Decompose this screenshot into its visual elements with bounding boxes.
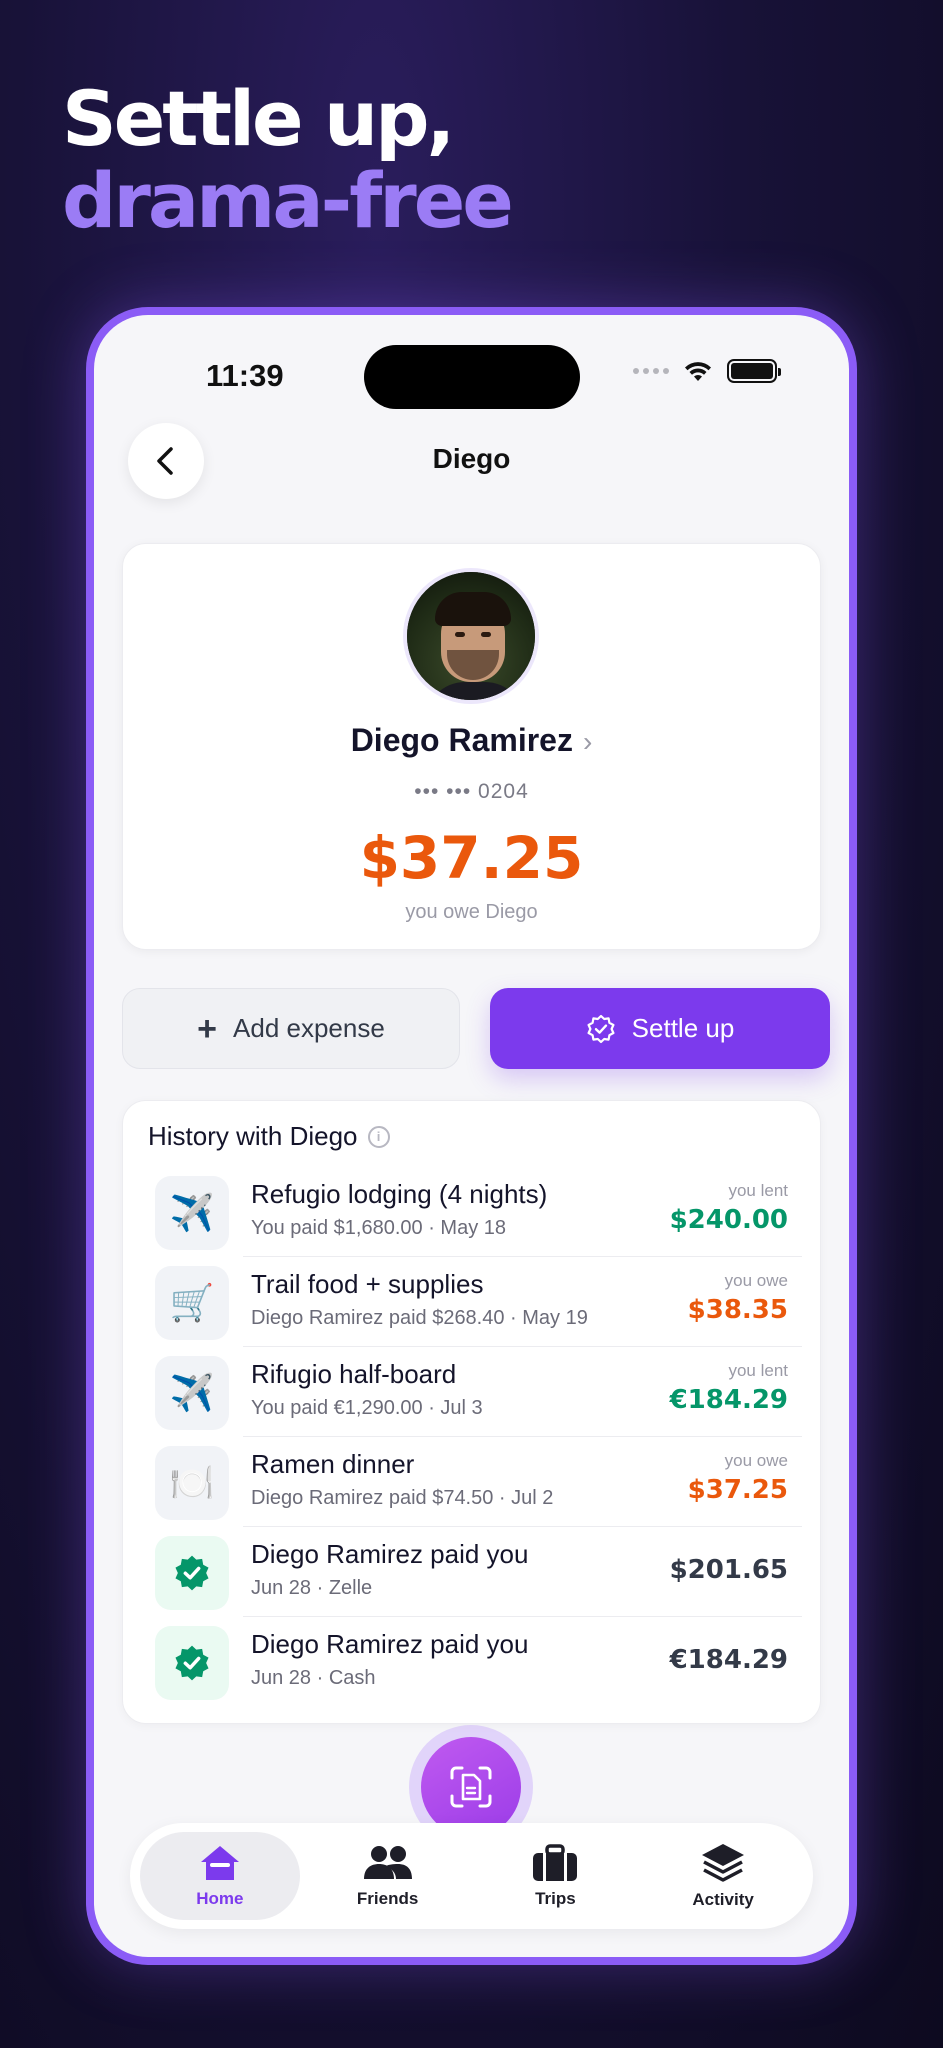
history-row-title: Diego Ramirez paid you xyxy=(251,1539,529,1569)
verified-badge-icon xyxy=(587,1014,615,1043)
history-row-label: you lent xyxy=(728,1181,788,1200)
history-row-amount: $240.00 xyxy=(669,1205,788,1235)
airplane-icon: ✈️ xyxy=(155,1176,229,1250)
profile-name-link[interactable]: Diego Ramirez › xyxy=(123,722,820,759)
nav-title: Diego xyxy=(432,443,511,474)
wifi-icon xyxy=(685,362,711,381)
history-title: History with Diego xyxy=(148,1121,358,1151)
settle-up-button[interactable]: Settle up xyxy=(490,988,830,1069)
phone-screen: 11:39 Diego Diego Ramirez › ••• ••• 0204… xyxy=(94,315,849,1957)
plate-icon: 🍽️ xyxy=(155,1446,229,1520)
verified-check-icon xyxy=(155,1626,229,1700)
history-row[interactable]: Diego Ramirez paid you Jun 28 · Cash €18… xyxy=(151,1617,802,1707)
plus-icon: + xyxy=(197,1009,218,1048)
profile-card: Diego Ramirez › ••• ••• 0204 $37.25 you o… xyxy=(122,543,821,950)
chevron-right-icon: › xyxy=(582,726,593,757)
history-row-label: you owe xyxy=(724,1271,788,1290)
balance-amount: $37.25 xyxy=(359,824,584,892)
history-row-subtitle: You paid €1,290.00 · Jul 3 xyxy=(251,1397,483,1419)
tab-activity-label: Activity xyxy=(692,1890,754,1909)
profile-phone: ••• ••• 0204 xyxy=(414,780,529,803)
scan-document-icon xyxy=(450,1766,492,1808)
history-row-title: Refugio lodging (4 nights) xyxy=(251,1179,548,1209)
status-indicators xyxy=(633,359,781,383)
briefcase-icon xyxy=(533,1844,578,1881)
balance-caption: you owe Diego xyxy=(405,901,538,923)
history-row-subtitle: Jun 28 · Zelle xyxy=(251,1577,373,1599)
status-time: 11:39 xyxy=(206,358,284,393)
history-row-amount: €184.29 xyxy=(669,1385,788,1415)
cart-icon: 🛒 xyxy=(155,1266,229,1340)
add-expense-button[interactable]: + Add expense xyxy=(122,988,460,1069)
history-row-label: you owe xyxy=(724,1451,788,1470)
tab-bar: Home Friends Trips Activity xyxy=(130,1823,813,1929)
history-title-row: History with Diego i xyxy=(148,1121,390,1152)
friends-icon xyxy=(363,1846,412,1879)
history-row-subtitle: Diego Ramirez paid $74.50 · Jul 2 xyxy=(251,1487,554,1509)
tab-home[interactable]: Home xyxy=(139,1832,300,1920)
history-row[interactable]: 🛒 Trail food + supplies Diego Ramirez pa… xyxy=(151,1257,802,1347)
verified-check-icon xyxy=(155,1536,229,1610)
signal-icon xyxy=(633,368,669,374)
info-icon[interactable]: i xyxy=(367,1125,390,1148)
scan-receipt-button[interactable] xyxy=(421,1737,521,1837)
history-row-amount: $201.65 xyxy=(669,1555,788,1585)
tab-trips-label: Trips xyxy=(535,1889,576,1908)
history-row-amount: €184.29 xyxy=(669,1645,788,1675)
avatar[interactable] xyxy=(403,568,539,704)
history-row-subtitle: Jun 28 · Cash xyxy=(251,1667,376,1689)
history-list: ✈️ Refugio lodging (4 nights) You paid $… xyxy=(151,1167,802,1707)
tab-friends[interactable]: Friends xyxy=(308,1832,468,1920)
history-row-subtitle: You paid $1,680.00 · May 18 xyxy=(251,1217,507,1239)
profile-name: Diego Ramirez xyxy=(350,722,573,758)
history-row[interactable]: ✈️ Rifugio half-board You paid €1,290.00… xyxy=(151,1347,802,1437)
layers-icon xyxy=(702,1844,745,1882)
history-row-subtitle: Diego Ramirez paid $268.40 · May 19 xyxy=(251,1307,588,1329)
phone-frame: 11:39 Diego Diego Ramirez › ••• ••• 0204… xyxy=(86,307,857,1965)
tab-friends-label: Friends xyxy=(356,1889,419,1908)
airplane-icon: ✈️ xyxy=(155,1356,229,1430)
history-row[interactable]: Diego Ramirez paid you Jun 28 · Zelle $2… xyxy=(151,1527,802,1617)
history-row-title: Trail food + supplies xyxy=(251,1269,484,1299)
battery-icon xyxy=(727,359,781,383)
headline-line-1: Settle up, xyxy=(62,74,455,163)
home-icon xyxy=(200,1846,239,1880)
add-expense-label: Add expense xyxy=(233,1013,385,1043)
dynamic-island xyxy=(364,345,580,409)
history-row-amount: $37.25 xyxy=(687,1475,788,1505)
history-card: History with Diego i ✈️ Refugio lodging … xyxy=(122,1100,821,1724)
history-row[interactable]: 🍽️ Ramen dinner Diego Ramirez paid $74.5… xyxy=(151,1437,802,1527)
tab-activity[interactable]: Activity xyxy=(643,1832,803,1920)
tab-trips[interactable]: Trips xyxy=(475,1832,635,1920)
history-row[interactable]: ✈️ Refugio lodging (4 nights) You paid $… xyxy=(151,1167,802,1257)
history-row-title: Rifugio half-board xyxy=(251,1359,457,1389)
headline: Settle up, drama-free xyxy=(62,74,514,245)
headline-line-2: drama-free xyxy=(62,156,514,245)
history-row-amount: $38.35 xyxy=(687,1295,788,1325)
history-row-title: Diego Ramirez paid you xyxy=(251,1629,529,1659)
tab-home-label: Home xyxy=(196,1889,244,1908)
history-row-label: you lent xyxy=(728,1361,788,1380)
history-row-title: Ramen dinner xyxy=(251,1449,415,1479)
settle-up-label: Settle up xyxy=(631,1013,735,1043)
